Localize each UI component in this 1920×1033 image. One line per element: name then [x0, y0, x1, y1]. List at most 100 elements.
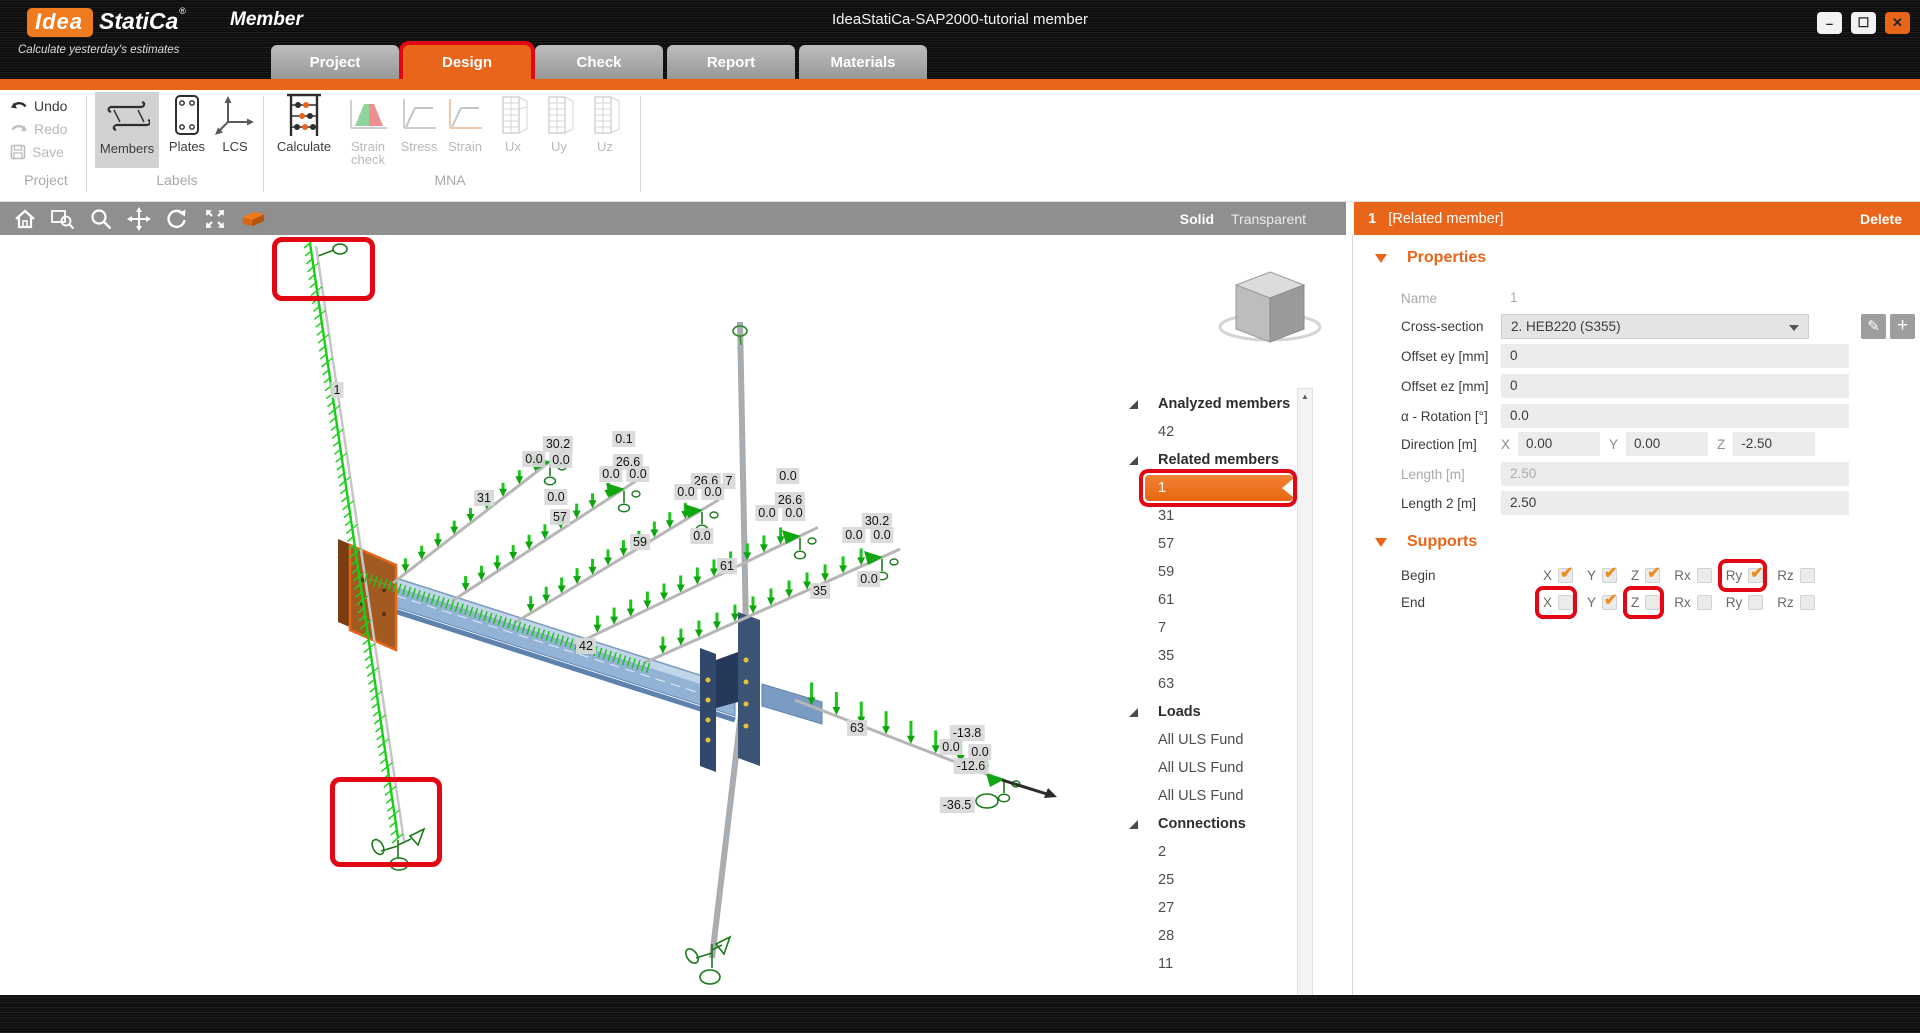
tree-item[interactable]: 27: [1128, 894, 1298, 922]
tree-item[interactable]: 59: [1128, 558, 1298, 586]
support-begin-ry-checkbox[interactable]: ✔: [1748, 568, 1763, 583]
tree-scrollbar[interactable]: ▲ ▼: [1297, 388, 1313, 995]
tab-project[interactable]: Project: [271, 45, 399, 79]
member-63[interactable]: [795, 682, 1057, 808]
name-field[interactable]: 1: [1501, 286, 1849, 310]
edit-cross-section-button[interactable]: ✎: [1861, 314, 1886, 339]
tree-item[interactable]: All ULS Fund: [1128, 754, 1298, 782]
add-cross-section-button[interactable]: +: [1890, 314, 1915, 339]
tree-item[interactable]: 57: [1128, 530, 1298, 558]
home-view-button[interactable]: [12, 206, 38, 232]
tree-section-header[interactable]: Loads: [1128, 698, 1298, 726]
tree-item[interactable]: 7: [1128, 614, 1298, 642]
uy-icon: [542, 94, 576, 136]
pan-icon: [126, 206, 152, 232]
direction-y-field[interactable]: 0.00: [1626, 432, 1708, 456]
tree-item[interactable]: 2: [1128, 838, 1298, 866]
solid-mode-toggle[interactable]: Solid: [1180, 211, 1214, 227]
cross-section-dropdown[interactable]: 2. HEB220 (S355): [1501, 314, 1809, 339]
undo-button[interactable]: Undo: [10, 98, 67, 114]
members-button[interactable]: Members: [95, 92, 159, 168]
tree-item[interactable]: 11: [1128, 950, 1298, 978]
zoom-fit-button[interactable]: [202, 206, 228, 232]
support-end-ry-checkbox[interactable]: [1748, 595, 1763, 610]
length2-row: Length 2 [m] 2.50: [1401, 490, 1901, 516]
offset-ez-field[interactable]: 0: [1501, 374, 1849, 398]
tree-item[interactable]: All ULS Fund: [1128, 726, 1298, 754]
support-end-rz-checkbox[interactable]: [1800, 595, 1815, 610]
scene-load-label: 0.0: [755, 505, 778, 521]
maximize-button[interactable]: ☐: [1851, 12, 1876, 34]
properties-section-header[interactable]: Properties: [1375, 249, 1486, 267]
support-begin-z-checkbox[interactable]: ✔: [1645, 568, 1660, 583]
support-end-x-checkbox[interactable]: [1558, 595, 1573, 610]
support-begin-rz-checkbox[interactable]: [1800, 568, 1815, 583]
stress-button[interactable]: Stress: [396, 92, 442, 153]
support-begin-rx-checkbox[interactable]: [1697, 568, 1712, 583]
tab-design[interactable]: Design: [403, 45, 531, 79]
tree-item[interactable]: 28: [1128, 922, 1298, 950]
offset-ey-field[interactable]: 0: [1501, 344, 1849, 368]
view-cube[interactable]: [1220, 272, 1320, 342]
annotation-box-bottom-support: [330, 777, 442, 867]
ribbon-group-mna: MNA: [270, 172, 630, 188]
tab-check[interactable]: Check: [535, 45, 663, 79]
minimize-button[interactable]: –: [1817, 12, 1842, 34]
direction-x-field[interactable]: 0.00: [1518, 432, 1600, 456]
ux-button[interactable]: Ux: [492, 92, 534, 153]
support-begin-y-checkbox[interactable]: ✔: [1602, 568, 1617, 583]
accent-strip: [0, 79, 1920, 90]
zoom-button[interactable]: [88, 206, 114, 232]
lcs-button[interactable]: LCS: [211, 92, 259, 153]
rotate-icon: [165, 207, 189, 231]
save-button[interactable]: Save: [10, 144, 64, 160]
tree-item[interactable]: All ULS Fund: [1128, 782, 1298, 810]
zoom-window-button[interactable]: [50, 206, 76, 232]
close-button[interactable]: ✕: [1885, 12, 1910, 34]
transparent-mode-toggle[interactable]: Transparent: [1231, 211, 1306, 227]
member-31[interactable]: [393, 450, 566, 583]
tab-report[interactable]: Report: [667, 45, 795, 79]
tab-materials[interactable]: Materials: [799, 45, 927, 79]
plates-button[interactable]: Plates: [163, 92, 211, 153]
logo-statica-text: StatiCa: [99, 8, 178, 35]
strain-button[interactable]: Strain: [442, 92, 488, 153]
member-59[interactable]: [516, 500, 719, 622]
uy-button[interactable]: Uy: [538, 92, 580, 153]
pan-button[interactable]: [126, 206, 152, 232]
member-1[interactable]: [304, 239, 404, 843]
solid-view-button[interactable]: [240, 206, 266, 232]
member-35[interactable]: [644, 548, 900, 663]
redo-button[interactable]: Redo: [10, 121, 67, 137]
support-end-ry-group: Ry: [1726, 595, 1764, 610]
rotate-button[interactable]: [164, 206, 190, 232]
viewport-3d[interactable]: 130.20.00.0310.0570.126.60.00.05926.670.…: [0, 235, 1352, 995]
redo-icon: [10, 122, 28, 136]
support-begin-x-checkbox[interactable]: ✔: [1558, 568, 1573, 583]
tree-item[interactable]: 25: [1128, 866, 1298, 894]
scroll-up-arrow[interactable]: ▲: [1298, 389, 1312, 405]
direction-z-field[interactable]: -2.50: [1733, 432, 1815, 456]
tree-item-selected[interactable]: 1: [1145, 475, 1293, 501]
uz-button[interactable]: Uz: [584, 92, 626, 153]
tree-section-header[interactable]: Connections: [1128, 810, 1298, 838]
delete-button[interactable]: Delete: [1860, 211, 1902, 227]
support-end-y-checkbox[interactable]: ✔: [1602, 595, 1617, 610]
tree-section-header[interactable]: Analyzed members: [1128, 390, 1298, 418]
tree-item[interactable]: 63: [1128, 670, 1298, 698]
support-end-rx-checkbox[interactable]: [1697, 595, 1712, 610]
rotation-field[interactable]: 0.0: [1501, 404, 1849, 428]
scene-load-label: 0.0: [857, 571, 880, 587]
calculate-button[interactable]: Calculate: [270, 92, 338, 153]
tree-item[interactable]: 61: [1128, 586, 1298, 614]
tree-item[interactable]: 31: [1128, 502, 1298, 530]
tree-item[interactable]: 42: [1128, 418, 1298, 446]
tree-item[interactable]: 35: [1128, 642, 1298, 670]
tree-item[interactable]: 1: [1128, 474, 1298, 502]
length-field: 2.50: [1501, 462, 1849, 486]
strain-check-button[interactable]: Strain check: [342, 92, 394, 166]
support-end-z-checkbox[interactable]: [1645, 595, 1660, 610]
scene-load-label: 42: [576, 638, 596, 654]
supports-section-header[interactable]: Supports: [1375, 533, 1477, 551]
length2-field[interactable]: 2.50: [1501, 491, 1849, 515]
